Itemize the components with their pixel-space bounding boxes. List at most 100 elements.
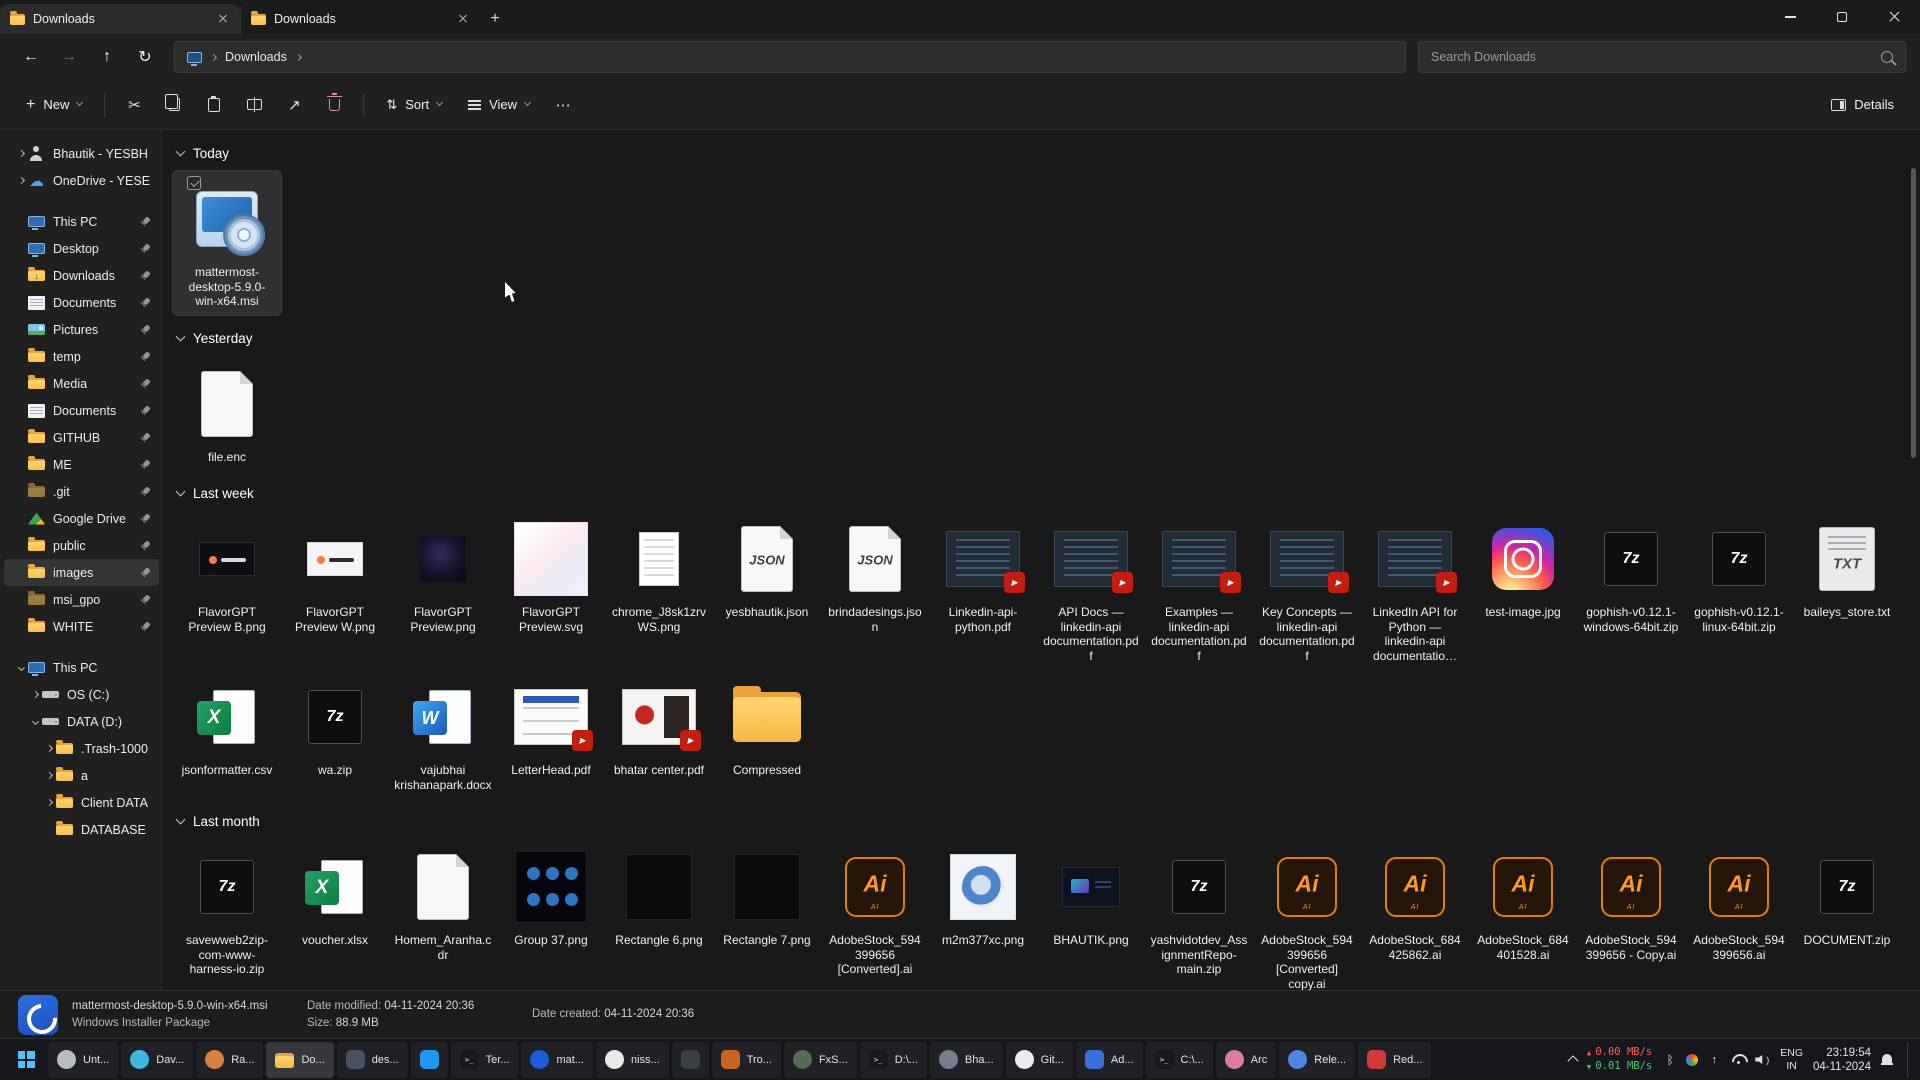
sidebar-item[interactable]: msi_gpo	[4, 586, 159, 613]
rename-button[interactable]	[237, 88, 271, 122]
breadcrumb[interactable]: Downloads	[225, 50, 287, 64]
sidebar-item[interactable]: Google Drive	[4, 505, 159, 532]
bluetooth-icon[interactable]	[1662, 1052, 1678, 1068]
file-item[interactable]: DOCUMENT.zip	[1793, 839, 1901, 954]
minimize-button[interactable]	[1764, 0, 1816, 34]
sidebar-item[interactable]: WHITE	[4, 613, 159, 640]
file-item[interactable]: FlavorGPT Preview.png	[389, 511, 497, 640]
file-item[interactable]: brindadesings.json	[821, 511, 929, 640]
group-header[interactable]: Yesterday	[177, 331, 1904, 346]
taskbar-app[interactable]: Ad...	[1076, 1042, 1143, 1078]
taskbar-app[interactable]: Unt...	[48, 1042, 118, 1078]
expand-chevron-icon[interactable]	[28, 719, 42, 724]
expand-chevron-icon[interactable]	[14, 178, 28, 183]
taskbar-app[interactable]: >_ D:\...	[860, 1042, 927, 1078]
taskbar-app[interactable]: Red...	[1358, 1042, 1431, 1078]
file-item[interactable]: Rectangle 7.png	[713, 839, 821, 954]
sidebar-item[interactable]: DATA (D:)	[4, 708, 159, 735]
sidebar-item[interactable]: Desktop	[4, 235, 159, 262]
sidebar-item[interactable]: public	[4, 532, 159, 559]
group-header[interactable]: Last week	[177, 486, 1904, 501]
taskbar-app[interactable]: niss...	[596, 1042, 669, 1078]
taskbar-app[interactable]: Tro...	[712, 1042, 781, 1078]
tab-downloads-2[interactable]: Downloads	[240, 4, 480, 34]
taskbar-app[interactable]: Arc	[1216, 1042, 1277, 1078]
sidebar-item[interactable]: Documents	[4, 289, 159, 316]
clock[interactable]: 23:19:54 04-11-2024	[1813, 1046, 1871, 1074]
sidebar-item[interactable]: OS (C:)	[4, 681, 159, 708]
expand-chevron-icon[interactable]	[14, 665, 28, 670]
view-button[interactable]: View	[458, 88, 540, 122]
refresh-button[interactable]: ↻	[128, 41, 162, 73]
file-item[interactable]: yesbhautik.json	[713, 511, 821, 626]
file-item[interactable]: LetterHead.pdf	[497, 669, 605, 784]
forward-button[interactable]: →	[52, 41, 86, 73]
delete-button[interactable]	[317, 88, 351, 122]
copy-button[interactable]	[157, 88, 191, 122]
file-item[interactable]: AdobeStock_684401528.ai	[1469, 839, 1577, 968]
file-item[interactable]: API Docs — linkedin-api documentation.pd…	[1037, 511, 1145, 669]
file-item[interactable]: vajubhai krishanapark.docx	[389, 669, 497, 798]
file-item[interactable]: test-image.jpg	[1469, 511, 1577, 626]
scrollbar-thumb[interactable]	[1911, 168, 1916, 458]
checkbox[interactable]	[187, 176, 201, 190]
language-indicator[interactable]: ENG IN	[1780, 1047, 1803, 1072]
volume-icon[interactable]	[1754, 1052, 1770, 1068]
scrollbar[interactable]	[1908, 138, 1918, 934]
taskbar-app[interactable]: FxS...	[784, 1042, 857, 1078]
expand-chevron-icon[interactable]	[42, 773, 56, 778]
notification-bell-icon[interactable]	[1881, 1053, 1893, 1066]
taskbar-app[interactable]: Ra...	[196, 1042, 263, 1078]
file-item[interactable]: bhatar center.pdf	[605, 669, 713, 784]
file-item[interactable]: gophish-v0.12.1-windows-64bit.zip	[1577, 511, 1685, 640]
file-item[interactable]: FlavorGPT Preview W.png	[281, 511, 389, 640]
taskbar-app[interactable]: des...	[337, 1042, 408, 1078]
file-item[interactable]: wa.zip	[281, 669, 389, 784]
start-button[interactable]	[6, 1042, 46, 1078]
file-item[interactable]: mattermost-desktop-5.9.0-win-x64.msi	[173, 171, 281, 315]
sidebar-item[interactable]: ME	[4, 451, 159, 478]
taskbar-app[interactable]	[411, 1042, 448, 1078]
show-desktop-button[interactable]	[1907, 1042, 1910, 1078]
file-item[interactable]: Compressed	[713, 669, 821, 784]
sidebar-item[interactable]: a	[4, 762, 159, 789]
file-item[interactable]: AdobeStock_594399656 - Copy.ai	[1577, 839, 1685, 968]
close-tab-icon[interactable]	[456, 12, 470, 26]
sidebar-item[interactable]: This PC	[4, 654, 159, 681]
file-item[interactable]: m2m377xc.png	[929, 839, 1037, 954]
expand-chevron-icon[interactable]	[28, 692, 42, 697]
sidebar-item[interactable]: Bhautik - YESBH	[4, 140, 159, 167]
expand-chevron-icon[interactable]	[14, 151, 28, 156]
file-item[interactable]: AdobeStock_594399656 [Converted] copy.ai	[1253, 839, 1361, 990]
file-area[interactable]: Today mattermost-desktop-5.9.0-win-x64.m…	[163, 130, 1920, 990]
file-item[interactable]: Group 37.png	[497, 839, 605, 954]
file-item[interactable]: BHAUTIK.png	[1037, 839, 1145, 954]
sidebar-item[interactable]: This PC	[4, 208, 159, 235]
sidebar-item[interactable]: .git	[4, 478, 159, 505]
tab-downloads-1[interactable]: Downloads	[0, 4, 240, 34]
sidebar-item[interactable]: DATABASE	[4, 816, 159, 843]
sidebar-item[interactable]: OneDrive - YESE	[4, 167, 159, 194]
taskbar-app[interactable]: >_ Ter...	[451, 1042, 519, 1078]
hidden-icons-chevron[interactable]	[1567, 1055, 1578, 1066]
file-item[interactable]: Rectangle 6.png	[605, 839, 713, 954]
sidebar-item[interactable]: Pictures	[4, 316, 159, 343]
arrow-up-icon[interactable]	[1706, 1052, 1722, 1068]
search-input[interactable]: Search Downloads	[1418, 41, 1906, 73]
sidebar-item[interactable]: Client DATA	[4, 789, 159, 816]
file-item[interactable]: jsonformatter.csv	[173, 669, 281, 784]
sidebar-item[interactable]: temp	[4, 343, 159, 370]
sidebar-item[interactable]: .Trash-1000	[4, 735, 159, 762]
sort-button[interactable]: ⇅ Sort	[376, 88, 452, 122]
expand-chevron-icon[interactable]	[42, 746, 56, 751]
group-header[interactable]: Last month	[177, 814, 1904, 829]
file-item[interactable]: FlavorGPT Preview B.png	[173, 511, 281, 640]
sidebar-item[interactable]: Media	[4, 370, 159, 397]
taskbar-app[interactable]	[672, 1042, 709, 1078]
color-app-icon[interactable]	[1686, 1054, 1698, 1066]
sidebar-item[interactable]: images	[4, 559, 159, 586]
file-item[interactable]: Key Concepts — linkedin-api documentatio…	[1253, 511, 1361, 669]
sidebar-item[interactable]: GITHUB	[4, 424, 159, 451]
wifi-icon[interactable]	[1730, 1052, 1746, 1068]
file-item[interactable]: yashvidotdev_AssignmentRepo-main.zip	[1145, 839, 1253, 983]
